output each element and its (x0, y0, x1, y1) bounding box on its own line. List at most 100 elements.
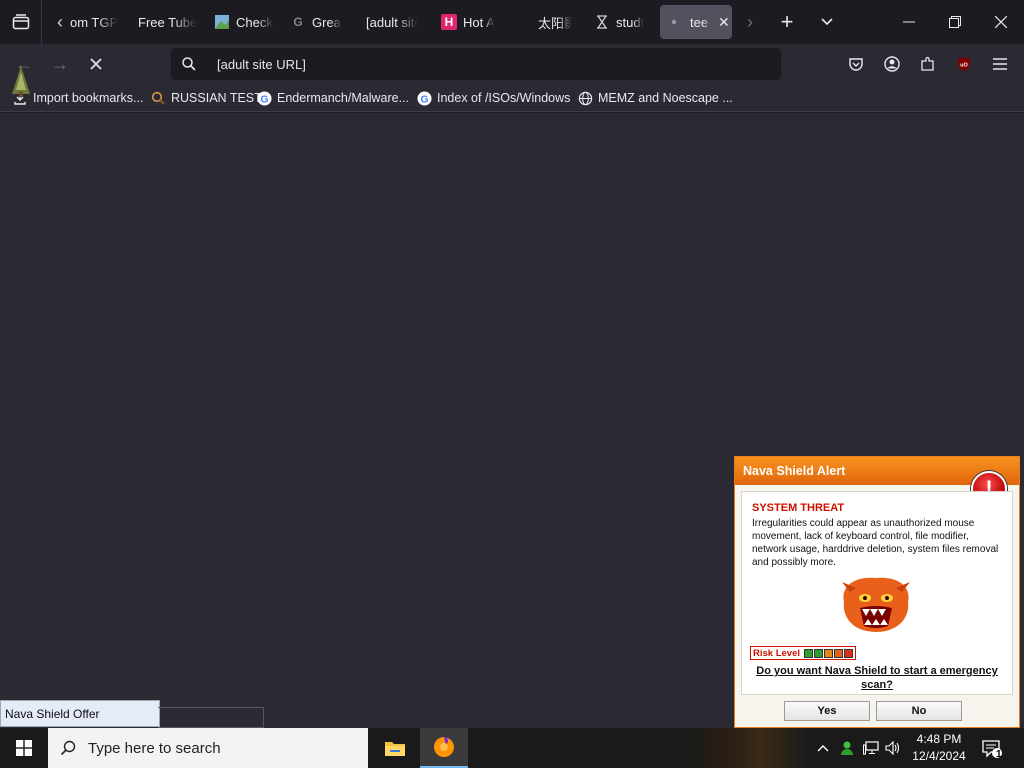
bookmark-index-isos[interactable]: G Index of /ISOs/Windows (416, 89, 570, 107)
bookmark-memz[interactable]: MEMZ and Noescape ... (577, 89, 733, 107)
tab-6[interactable]: 太阳影 (538, 5, 572, 39)
restore-icon (949, 16, 961, 28)
firefox-view-button[interactable] (0, 0, 42, 44)
popup-body: SYSTEM THREAT Irregularities could appea… (741, 491, 1013, 695)
search-placeholder: Type here to search (88, 739, 221, 757)
windows-taskbar: Type here to search 4:48 PM 12/4/2024 1 (0, 728, 1024, 768)
bookmark-endermanch[interactable]: G Endermanch/Malware... (256, 89, 409, 107)
volume-button[interactable] (883, 738, 903, 758)
scan-question-link[interactable]: Do you want Nava Shield to start a emerg… (742, 664, 1012, 692)
magnifier-icon (150, 90, 166, 106)
tab-label: 太阳影 (538, 15, 572, 31)
extensions-button[interactable] (916, 52, 940, 76)
ublock-button[interactable]: uO (952, 52, 976, 76)
restore-button[interactable] (932, 0, 978, 44)
close-icon (995, 16, 1007, 28)
clock-time: 4:48 PM (916, 732, 962, 746)
tabs-scroll-left-button[interactable]: ‹ (48, 8, 72, 36)
hamburger-menu-icon (993, 58, 1007, 70)
hourglass-favicon-icon (594, 14, 610, 30)
threat-description: Irregularities could appear as unauthori… (752, 518, 999, 568)
loading-dot-icon (670, 14, 678, 30)
puzzle-icon (921, 56, 934, 71)
tab-label: studt (616, 14, 645, 30)
taskbar-search-box[interactable]: Type here to search (48, 728, 368, 768)
green-person-icon (841, 741, 853, 755)
tabs-scroll-right-button[interactable]: › (738, 8, 762, 36)
chevron-left-icon: ‹ (57, 11, 63, 32)
bookmark-label: RUSSIAN TEST (171, 91, 262, 105)
tab-0[interactable]: om TGP (70, 5, 128, 39)
bookmark-russian-test[interactable]: RUSSIAN TEST (150, 89, 262, 107)
nava-shield-alert-window: Nava Shield Alert ! SYSTEM THREAT Irregu… (734, 456, 1020, 728)
risk-square (844, 648, 853, 658)
tab-label: Check (236, 14, 273, 30)
no-button[interactable]: No (876, 701, 962, 721)
tab-7[interactable]: studt (594, 5, 648, 39)
svg-text:G: G (260, 94, 268, 105)
stop-loading-button[interactable] (82, 50, 110, 78)
list-all-tabs-button[interactable] (813, 8, 841, 36)
forward-button[interactable]: → (46, 50, 74, 78)
stop-x-icon (90, 58, 102, 70)
risk-square (814, 648, 823, 658)
speaker-icon (885, 741, 900, 755)
network-button[interactable] (861, 738, 881, 758)
tray-user-icon[interactable] (837, 738, 857, 758)
risk-square (824, 648, 833, 658)
tab-label: Great (312, 14, 342, 30)
bookmark-label: Import bookmarks... (33, 91, 144, 105)
bookmarks-toolbar: Import bookmarks... RUSSIAN TEST G Ender… (0, 84, 1024, 112)
g-favicon-icon: G (293, 15, 303, 29)
chevron-right-icon: › (747, 11, 753, 32)
tab-4[interactable]: [adult site] (366, 5, 418, 39)
search-icon (171, 57, 207, 71)
yes-button[interactable]: Yes (784, 701, 870, 721)
start-button[interactable] (0, 728, 48, 768)
wallpaper-glimpse (690, 728, 810, 768)
tab-strip: ‹ om TGP Free Tube Check G Great [adult … (0, 0, 1024, 44)
navigation-toolbar: ← → [adult site URL] uO (0, 44, 1024, 84)
tab-8-active[interactable]: tee ✕ (660, 5, 732, 39)
file-explorer-button[interactable] (371, 728, 419, 768)
tab-3[interactable]: G Great (290, 5, 342, 39)
minimize-icon (903, 21, 915, 23)
close-window-button[interactable] (978, 0, 1024, 44)
clock-date: 12/4/2024 (912, 749, 966, 763)
browser-status-text: Nava Shield Offer (0, 700, 160, 727)
h-favicon-icon: H (441, 14, 457, 30)
account-button[interactable] (880, 52, 904, 76)
network-icon (863, 741, 879, 755)
tab-2[interactable]: Check (214, 5, 274, 39)
pocket-icon (849, 58, 863, 71)
taskbar-clock[interactable]: 4:48 PM 12/4/2024 (906, 731, 972, 765)
search-icon (48, 740, 88, 756)
status-bar-outline (158, 707, 264, 728)
tab-label: om TGP (70, 14, 119, 30)
new-tab-button[interactable]: + (773, 8, 801, 36)
tab-label: [adult site] (366, 14, 418, 30)
url-text[interactable]: [adult site URL] (217, 57, 306, 72)
plus-icon: + (780, 9, 794, 34)
firefox-taskbar-button[interactable] (420, 728, 468, 768)
firefox-view-icon (12, 14, 29, 30)
show-hidden-icons-button[interactable] (813, 738, 833, 758)
ublock-origin-icon: uO (958, 57, 970, 71)
minimize-button[interactable] (886, 0, 932, 44)
image-favicon-icon (214, 14, 230, 30)
arrow-right-icon: → (51, 53, 69, 74)
tab-1[interactable]: Free Tube (138, 5, 200, 39)
address-bar[interactable]: [adult site URL] (171, 48, 781, 80)
close-tab-icon[interactable]: ✕ (718, 14, 730, 31)
action-center-button[interactable]: 1 (978, 736, 1006, 762)
risk-square (804, 648, 813, 658)
risk-level-label: Risk Level (753, 647, 800, 659)
tab-5[interactable]: H Hot A (441, 5, 497, 39)
pocket-button[interactable] (844, 52, 868, 76)
bookmark-label: Index of /ISOs/Windows (437, 91, 571, 105)
monster-face-icon (838, 574, 914, 636)
folder-icon (385, 742, 405, 756)
account-icon (884, 56, 900, 72)
svg-text:G: G (420, 94, 428, 105)
app-menu-button[interactable] (988, 52, 1012, 76)
